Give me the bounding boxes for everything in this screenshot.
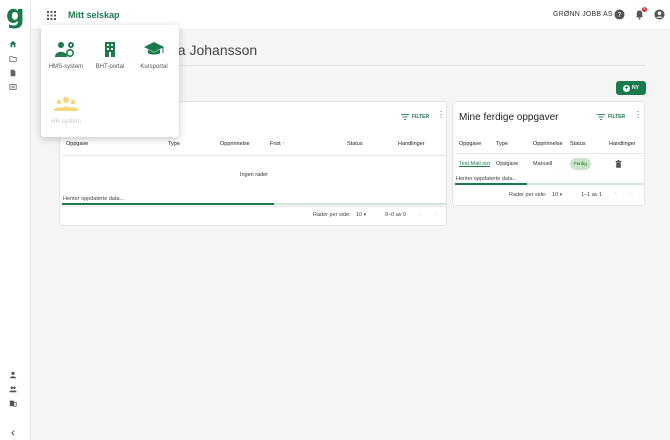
done-col-header-type[interactable]: Type	[496, 141, 508, 147]
company-name[interactable]: GRØNN JOBB AS	[553, 11, 613, 18]
col-header-actions: Handlinger	[398, 141, 425, 147]
filter-icon	[401, 114, 409, 120]
list-icon[interactable]	[9, 83, 17, 91]
empty-message: Ingen rader	[239, 172, 269, 178]
done-task-link[interactable]: Test Mail not	[459, 161, 490, 167]
folder-icon[interactable]	[9, 55, 17, 63]
home-icon[interactable]	[9, 40, 17, 48]
done-next-page-icon[interactable]: ›	[631, 191, 633, 197]
done-task-type: Oppgave	[496, 161, 519, 167]
col-header-type[interactable]: Type	[168, 141, 180, 147]
graduation-cap-icon	[144, 42, 164, 55]
header-divider	[62, 155, 446, 156]
status-badge: Ferdig	[570, 158, 591, 170]
rows-per-page-value: 10	[356, 212, 363, 218]
people-gear-icon	[55, 42, 75, 58]
app-logo[interactable]: g	[6, 2, 25, 28]
app-tile-hr: HR-system	[43, 95, 89, 125]
page-title: ea Johansson	[170, 42, 258, 58]
svg-text:?: ?	[618, 10, 622, 19]
document-icon[interactable]	[9, 69, 17, 77]
done-card-title: Mine ferdige oppgaver	[459, 112, 559, 123]
col-header-origin[interactable]: Opprinnelse	[220, 141, 250, 147]
prev-page-icon[interactable]: ‹	[419, 211, 421, 217]
loading-text: Henter oppdaterte data...	[63, 196, 125, 202]
users-icon[interactable]	[9, 385, 17, 393]
company-icon[interactable]	[9, 399, 17, 407]
account-circle-icon[interactable]	[654, 9, 665, 20]
rows-per-page-label: Rader per side:	[313, 212, 351, 218]
done-rows-per-page-value: 10	[552, 192, 559, 198]
new-button[interactable]: + NY	[616, 81, 646, 95]
help-icon[interactable]: ?	[614, 9, 625, 20]
app-tile-kurs-label: Kursportal	[140, 64, 168, 70]
building-icon	[105, 42, 115, 57]
done-header-divider	[455, 153, 644, 154]
rows-per-page-select[interactable]: 10 ▾	[356, 212, 366, 218]
user-icon[interactable]	[9, 371, 17, 379]
filter-button[interactable]: FILTER	[401, 114, 429, 120]
done-col-header-origin[interactable]: Opprinnelse	[533, 141, 563, 147]
dropdown-arrow-icon: ▾	[559, 192, 563, 198]
app-tile-bht[interactable]: BHT-portal	[87, 40, 133, 70]
app-tile-hms-label: HMS-system	[48, 64, 84, 70]
apps-grid-icon[interactable]	[47, 11, 56, 20]
done-tasks-card: Mine ferdige oppgaver FILTER ⋮ Oppgave T…	[452, 101, 645, 206]
done-rows-per-page-select[interactable]: 10 ▾	[552, 192, 562, 198]
pagination-range: 0–0 av 0	[385, 212, 407, 218]
more-options-icon[interactable]: ⋮	[437, 111, 445, 119]
done-more-options-icon[interactable]: ⋮	[634, 111, 642, 119]
done-col-header-actions: Handlinger	[609, 141, 636, 147]
done-prev-page-icon[interactable]: ‹	[615, 191, 617, 197]
done-loading-progress-fill	[455, 183, 527, 185]
done-loading-text: Henter oppdaterte data...	[456, 176, 518, 182]
sort-arrow-up-icon: ↑	[282, 141, 285, 147]
collapse-chevron-icon[interactable]	[9, 429, 17, 437]
done-pagination-range: 1–1 av 1	[581, 192, 603, 198]
left-rail: g	[0, 0, 31, 440]
app-tile-kurs[interactable]: Kursportal	[131, 40, 177, 70]
plus-icon: +	[623, 84, 631, 92]
app-tile-bht-label: BHT-portal	[95, 64, 125, 70]
col-header-deadline-label: Frist	[270, 141, 281, 147]
new-button-label: NY	[632, 85, 639, 91]
next-page-icon[interactable]: ›	[435, 211, 437, 217]
app-tile-hr-label: HR-system	[51, 119, 81, 125]
col-header-task[interactable]: Oppgave	[66, 141, 88, 147]
done-filter-button[interactable]: FILTER	[597, 114, 625, 120]
filter-label: FILTER	[412, 114, 430, 120]
done-col-header-status[interactable]: Status	[570, 141, 586, 147]
app-switcher-menu: HMS-system BHT-portal Kursportal HR-syst…	[41, 25, 179, 137]
done-loading-progress-bar	[455, 183, 644, 185]
brand-title[interactable]: Mitt selskap	[68, 10, 120, 20]
done-col-header-task[interactable]: Oppgave	[459, 141, 481, 147]
loading-progress-fill	[62, 203, 274, 205]
dropdown-arrow-icon: ▾	[363, 212, 367, 218]
delete-icon[interactable]	[615, 160, 622, 168]
notification-badge: 5	[642, 7, 647, 12]
filter-icon	[597, 114, 605, 120]
app-tile-hms[interactable]: HMS-system	[43, 40, 89, 70]
col-header-deadline[interactable]: Frist ↑	[270, 141, 285, 147]
loading-progress-bar	[62, 203, 447, 205]
done-task-origin: Manuell	[533, 161, 553, 167]
group-icon	[54, 97, 78, 111]
done-rows-per-page-label: Rader per side:	[509, 192, 547, 198]
col-header-status[interactable]: Status	[347, 141, 363, 147]
footer-divider	[62, 206, 446, 207]
done-filter-label: FILTER	[608, 114, 626, 120]
